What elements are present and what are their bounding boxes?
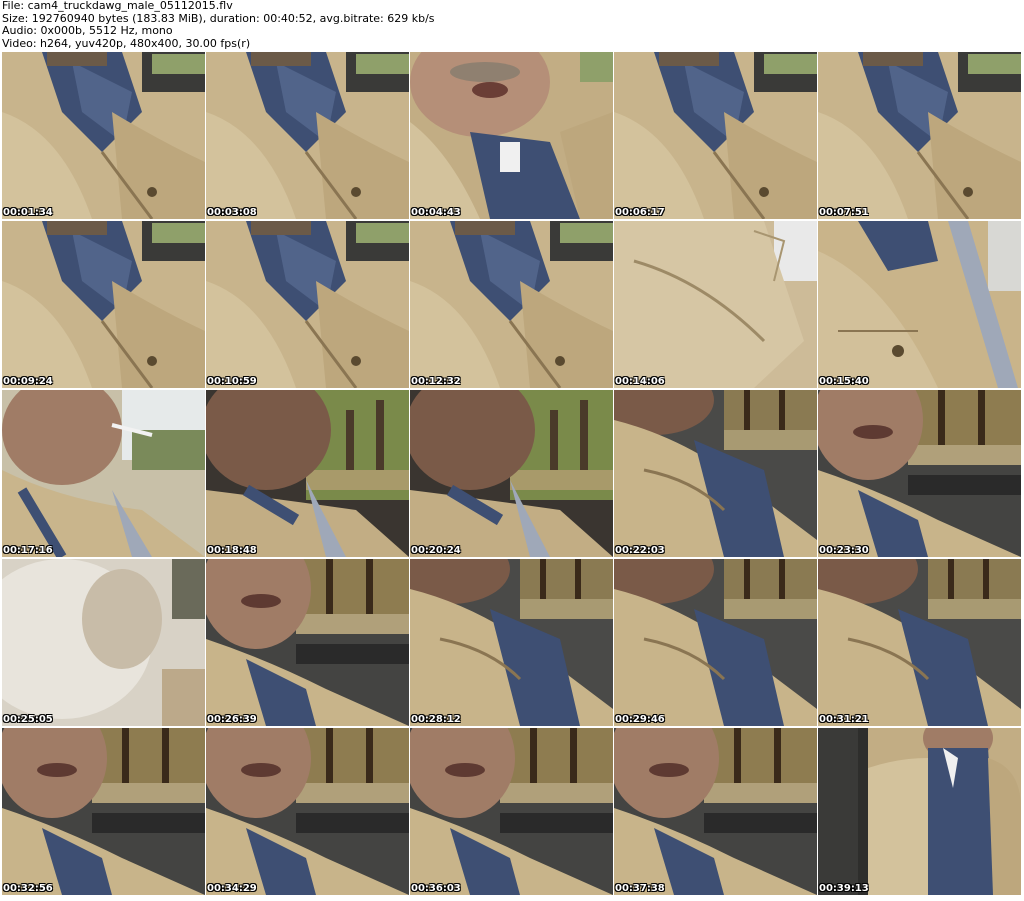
video-thumbnail: 00:03:08 [206, 52, 409, 219]
thumbnail-timestamp: 00:09:24 [3, 376, 53, 387]
thumbnail-frame [206, 390, 409, 557]
thumbnail-frame [614, 559, 817, 726]
thumbnail-timestamp: 00:28:12 [411, 714, 461, 725]
thumbnail-timestamp: 00:39:13 [819, 883, 869, 894]
thumbnail-frame [818, 390, 1021, 557]
audio-info-line: Audio: 0x000b, 5512 Hz, mono [2, 24, 173, 37]
thumbnail-frame [2, 728, 205, 895]
video-thumbnail: 00:39:13 [818, 728, 1021, 895]
thumbnail-timestamp: 00:37:38 [615, 883, 665, 894]
thumbnail-grid: 00:01:34 00:03:08 00:04:43 00:06:17 00:0… [2, 52, 1022, 899]
thumbnail-frame [410, 221, 613, 388]
video-thumbnail: 00:37:38 [614, 728, 817, 895]
video-thumbnail: 00:12:32 [410, 221, 613, 388]
thumbnail-frame [818, 221, 1021, 388]
thumbnail-frame [614, 728, 817, 895]
thumbnail-frame [2, 390, 205, 557]
thumbnail-timestamp: 00:26:39 [207, 714, 257, 725]
video-thumbnail: 00:29:46 [614, 559, 817, 726]
thumbnail-frame [2, 52, 205, 219]
video-thumbnail: 00:06:17 [614, 52, 817, 219]
thumbnail-timestamp: 00:03:08 [207, 207, 257, 218]
thumbnail-frame [614, 52, 817, 219]
thumbnail-timestamp: 00:07:51 [819, 207, 869, 218]
thumbnail-frame [614, 221, 817, 388]
thumbnail-timestamp: 00:22:03 [615, 545, 665, 556]
thumbnail-frame [206, 221, 409, 388]
video-thumbnail: 00:15:40 [818, 221, 1021, 388]
thumbnail-frame [410, 559, 613, 726]
thumbnail-timestamp: 00:23:30 [819, 545, 869, 556]
video-thumbnail: 00:31:21 [818, 559, 1021, 726]
thumbnail-frame [410, 390, 613, 557]
thumbnail-timestamp: 00:29:46 [615, 714, 665, 725]
video-thumbnail: 00:14:06 [614, 221, 817, 388]
thumbnail-timestamp: 00:17:16 [3, 545, 53, 556]
thumbnail-frame [410, 52, 613, 219]
video-thumbnail: 00:01:34 [2, 52, 205, 219]
thumbnail-timestamp: 00:14:06 [615, 376, 665, 387]
thumbnail-frame [818, 52, 1021, 219]
thumbnail-timestamp: 00:34:29 [207, 883, 257, 894]
video-info-line: Video: h264, yuv420p, 480x400, 30.00 fps… [2, 36, 251, 50]
video-thumbnail: 00:36:03 [410, 728, 613, 895]
video-thumbnail: 00:25:05 [2, 559, 205, 726]
thumbnail-frame [2, 559, 205, 726]
video-thumbnail: 00:20:24 [410, 390, 613, 557]
video-thumbnail: 00:04:43 [410, 52, 613, 219]
file-name-line: File: cam4_truckdawg_male_05112015.flv [2, 0, 233, 12]
video-thumbnail: 00:23:30 [818, 390, 1021, 557]
thumbnail-frame [206, 728, 409, 895]
thumbnail-timestamp: 00:18:48 [207, 545, 257, 556]
file-info-header: File: cam4_truckdawg_male_05112015.flv S… [2, 0, 1022, 50]
video-thumbnail: 00:32:56 [2, 728, 205, 895]
thumbnail-frame [206, 559, 409, 726]
thumbnail-frame [818, 559, 1021, 726]
video-thumbnail: 00:34:29 [206, 728, 409, 895]
thumbnail-timestamp: 00:12:32 [411, 376, 461, 387]
video-thumbnail: 00:22:03 [614, 390, 817, 557]
video-thumbnail: 00:18:48 [206, 390, 409, 557]
thumbnail-timestamp: 00:32:56 [3, 883, 53, 894]
thumbnail-timestamp: 00:04:43 [411, 207, 461, 218]
thumbnail-frame [2, 221, 205, 388]
video-thumbnail: 00:28:12 [410, 559, 613, 726]
video-thumbnail: 00:07:51 [818, 52, 1021, 219]
thumbnail-timestamp: 00:25:05 [3, 714, 53, 725]
thumbnail-frame [410, 728, 613, 895]
thumbnail-timestamp: 00:06:17 [615, 207, 665, 218]
thumbnail-frame [206, 52, 409, 219]
thumbnail-timestamp: 00:36:03 [411, 883, 461, 894]
video-thumbnail: 00:09:24 [2, 221, 205, 388]
thumbnail-timestamp: 00:20:24 [411, 545, 461, 556]
video-thumbnail: 00:26:39 [206, 559, 409, 726]
thumbnail-frame [614, 390, 817, 557]
thumbnail-timestamp: 00:31:21 [819, 714, 869, 725]
video-thumbnail: 00:10:59 [206, 221, 409, 388]
video-thumbnail: 00:17:16 [2, 390, 205, 557]
thumbnail-timestamp: 00:10:59 [207, 376, 257, 387]
thumbnail-timestamp: 00:01:34 [3, 207, 53, 218]
thumbnail-timestamp: 00:15:40 [819, 376, 869, 387]
thumbnail-frame [818, 728, 1021, 895]
